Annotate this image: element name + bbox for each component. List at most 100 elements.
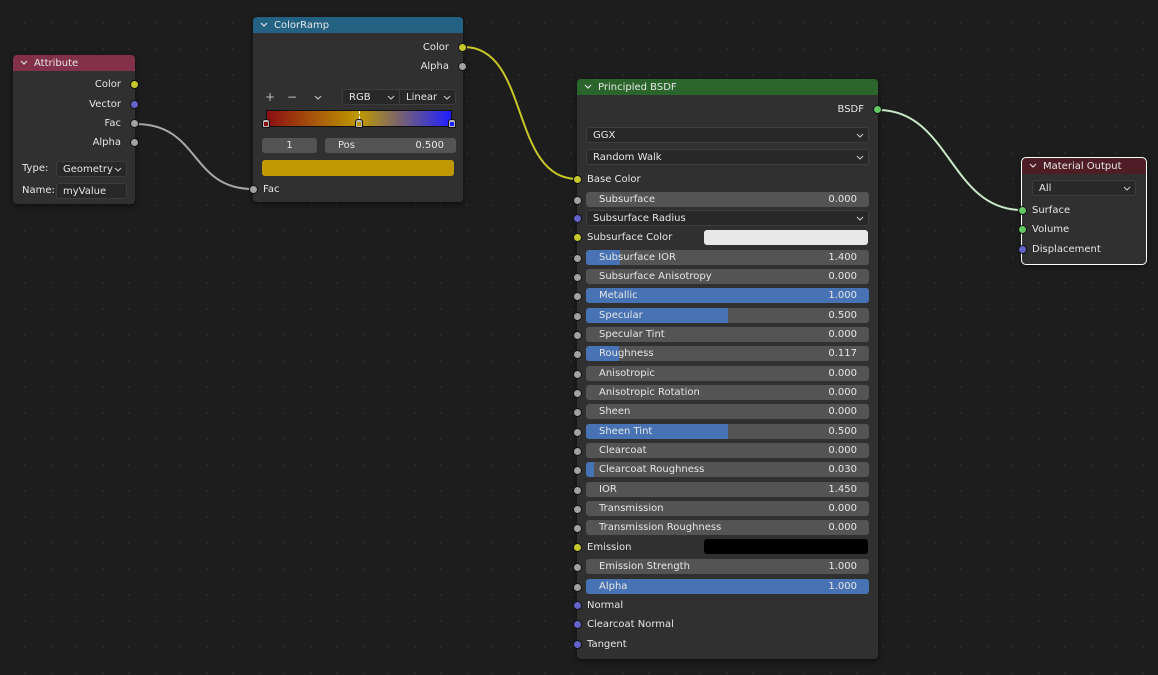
subsurface-method-dropdown[interactable]: Random Walk	[586, 149, 869, 165]
socket-fac-output[interactable]	[130, 119, 139, 128]
specular-tint-slider[interactable]: Specular Tint 0.000	[586, 327, 869, 342]
ramp-stop-marker[interactable]	[262, 119, 270, 128]
ramp-stop-marker[interactable]	[355, 119, 363, 128]
socket-surface-input[interactable]	[1018, 206, 1027, 215]
subsurface-ior-label: Subsurface IOR	[599, 252, 676, 263]
add-stop-icon[interactable]: +	[265, 91, 275, 103]
target-dropdown[interactable]: All	[1032, 180, 1136, 196]
socket-subsurface-color-input[interactable]	[573, 233, 582, 242]
socket-alpha-output[interactable]	[458, 62, 467, 71]
socket-emission-strength-input[interactable]	[573, 563, 582, 572]
sheen-slider[interactable]: Sheen 0.000	[586, 404, 869, 419]
chevron-down-icon	[856, 216, 864, 221]
link-fac-to-colorramp[interactable]	[135, 123, 254, 190]
bsdf-node-header[interactable]: Principled BSDF	[577, 79, 878, 95]
socket-anisotropic-rotation-input[interactable]	[573, 389, 582, 398]
ramp-stop-marker[interactable]	[448, 119, 456, 128]
socket-subsurface-ior-input[interactable]	[573, 254, 582, 263]
remove-stop-icon[interactable]: −	[287, 91, 297, 103]
socket-specular-tint-input[interactable]	[573, 331, 582, 340]
attribute-node[interactable]: Attribute Color Vector Fac Alpha Type: G…	[13, 55, 139, 204]
emission-strength-slider[interactable]: Emission Strength 1.000	[586, 559, 869, 574]
stop-position-field[interactable]: Pos 0.500	[325, 138, 456, 153]
socket-displacement-input[interactable]	[1018, 245, 1027, 254]
anisotropic-slider[interactable]: Anisotropic 0.000	[586, 366, 869, 381]
colorramp-node[interactable]: ColorRamp Color Alpha + − RGB Linear 1 P…	[249, 17, 467, 202]
socket-anisotropic-input[interactable]	[573, 370, 582, 379]
specular-slider[interactable]: Specular 0.500	[586, 308, 869, 323]
chevron-down-icon	[387, 95, 395, 100]
distribution-dropdown[interactable]: GGX	[586, 127, 869, 143]
transmission-roughness-slider[interactable]: Transmission Roughness 0.000	[586, 520, 869, 535]
socket-vector-output[interactable]	[130, 100, 139, 109]
emission-color-swatch[interactable]	[704, 539, 868, 554]
socket-sheen-tint-input[interactable]	[573, 428, 582, 437]
metallic-slider[interactable]: Metallic 1.000	[586, 288, 869, 303]
socket-sheen-input[interactable]	[573, 408, 582, 417]
ior-slider[interactable]: IOR 1.450	[586, 482, 869, 497]
material-output-node[interactable]: Material Output All Surface Volume Displ…	[1018, 157, 1147, 265]
socket-clearcoat-roughness-input[interactable]	[573, 466, 582, 475]
alpha-slider[interactable]: Alpha 1.000	[586, 579, 869, 594]
type-dropdown[interactable]: Geometry	[56, 161, 127, 177]
socket-clearcoat-input[interactable]	[573, 447, 582, 456]
socket-transmission-input[interactable]	[573, 505, 582, 514]
socket-normal-input[interactable]	[573, 601, 582, 610]
chevron-down-icon[interactable]	[583, 82, 593, 92]
link-color-to-basecolor[interactable]	[463, 46, 578, 180]
name-input[interactable]: myValue	[56, 183, 127, 199]
socket-clearcoat-normal-input[interactable]	[573, 620, 582, 629]
roughness-value: 0.117	[828, 348, 857, 359]
socket-volume-input[interactable]	[1018, 225, 1027, 234]
socket-subsurface-radius-input[interactable]	[573, 214, 582, 223]
socket-specular-input[interactable]	[573, 312, 582, 321]
transmission-slider[interactable]: Transmission 0.000	[586, 501, 869, 516]
output-label-alpha: Alpha	[420, 60, 449, 72]
sheen-tint-slider[interactable]: Sheen Tint 0.500	[586, 424, 869, 439]
socket-color-output[interactable]	[130, 80, 139, 89]
clearcoat-roughness-label: Clearcoat Roughness	[599, 464, 705, 475]
socket-subsurface-input[interactable]	[573, 196, 582, 205]
ramp-menu-chevron-icon[interactable]	[313, 93, 323, 103]
subsurface-slider[interactable]: Subsurface 0.000	[586, 192, 869, 207]
stop-color-swatch[interactable]	[262, 160, 454, 176]
chevron-down-icon[interactable]	[1028, 161, 1038, 171]
active-stop-index-field[interactable]: 1	[262, 138, 317, 153]
socket-emission-input[interactable]	[573, 543, 582, 552]
socket-color-output[interactable]	[458, 43, 467, 52]
socket-base-color-input[interactable]	[573, 175, 582, 184]
output-label-color: Color	[94, 78, 121, 90]
socket-roughness-input[interactable]	[573, 350, 582, 359]
socket-subsurface-anisotropy-input[interactable]	[573, 273, 582, 282]
socket-alpha-output[interactable]	[130, 138, 139, 147]
clearcoat-roughness-slider[interactable]: Clearcoat Roughness 0.030	[586, 462, 869, 477]
subsurface-anisotropy-slider[interactable]: Subsurface Anisotropy 0.000	[586, 269, 869, 284]
socket-metallic-input[interactable]	[573, 292, 582, 301]
name-label: Name:	[22, 185, 55, 196]
principled-bsdf-node[interactable]: Principled BSDF BSDF GGX Random Walk Bas…	[573, 79, 882, 659]
anisotropic-rotation-slider[interactable]: Anisotropic Rotation 0.000	[586, 385, 869, 400]
socket-bsdf-output[interactable]	[873, 105, 882, 114]
socket-transmission-roughness-input[interactable]	[573, 524, 582, 533]
metallic-value: 1.000	[828, 290, 857, 301]
subsurface-color-swatch[interactable]	[704, 230, 868, 245]
subsurface-ior-slider[interactable]: Subsurface IOR 1.400	[586, 250, 869, 265]
subsurface-value: 0.000	[828, 194, 857, 205]
output-node-header[interactable]: Material Output	[1022, 158, 1146, 174]
socket-alpha-input[interactable]	[573, 583, 582, 592]
roughness-slider[interactable]: Roughness 0.117	[586, 346, 869, 361]
link-bsdf-to-surface[interactable]	[877, 109, 1023, 211]
interpolation-dropdown[interactable]: Linear	[399, 89, 456, 105]
clearcoat-slider[interactable]: Clearcoat 0.000	[586, 443, 869, 458]
chevron-down-icon[interactable]	[19, 58, 29, 68]
colorramp-node-header[interactable]: ColorRamp	[253, 17, 463, 33]
socket-ior-input[interactable]	[573, 486, 582, 495]
subsurface-radius-dropdown[interactable]: Subsurface Radius	[586, 210, 869, 226]
color-mode-dropdown[interactable]: RGB	[342, 89, 400, 105]
chevron-down-icon[interactable]	[259, 20, 269, 30]
sheen-value: 0.000	[828, 406, 857, 417]
socket-fac-input[interactable]	[249, 185, 258, 194]
input-label-surface: Surface	[1032, 204, 1071, 216]
socket-tangent-input[interactable]	[573, 640, 582, 649]
attribute-node-header[interactable]: Attribute	[13, 55, 135, 71]
